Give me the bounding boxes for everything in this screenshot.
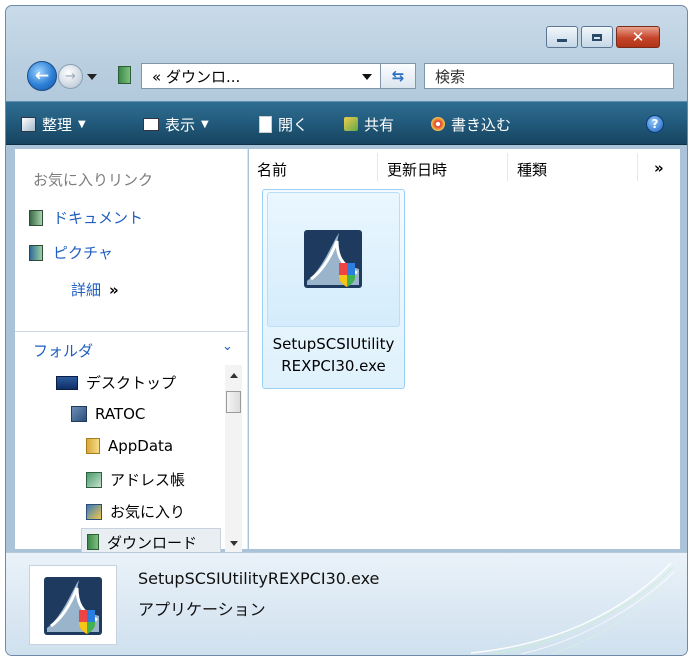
tree-item-label: ダウンロード <box>107 533 198 552</box>
minimize-icon <box>557 38 567 42</box>
share-icon <box>344 117 358 131</box>
documents-icon <box>29 209 43 226</box>
forward-button[interactable]: → <box>58 64 83 89</box>
forward-arrow-icon: → <box>65 69 76 84</box>
favorite-more-label: 詳細 <box>71 281 102 299</box>
column-divider <box>507 153 508 181</box>
chevron-down-icon: ⌄ <box>222 339 233 354</box>
chevron-down-icon: ▼ <box>201 118 209 130</box>
refresh-button[interactable]: ⇆ <box>381 63 416 89</box>
views-menu[interactable]: 表示 ▼ <box>143 113 209 135</box>
back-button[interactable]: ← <box>27 61 57 91</box>
share-label: 共有 <box>364 115 395 134</box>
open-button[interactable]: 開く <box>259 113 308 135</box>
tree-item-favorites[interactable]: お気に入り <box>86 501 185 522</box>
disc-burn-icon <box>431 117 445 131</box>
share-button[interactable]: 共有 <box>344 113 394 135</box>
installer-icon <box>304 230 362 288</box>
tree-item-appdata[interactable]: AppData <box>86 437 173 455</box>
command-bar: 整理 ▼ 表示 ▼ 開く 共有 書き込む ? <box>6 101 687 145</box>
folders-header[interactable]: フォルダ ⌄ <box>15 331 247 365</box>
favorite-links-title: お気に入りリンク <box>33 171 154 189</box>
column-divider <box>377 153 378 181</box>
file-item[interactable]: SetupSCSIUtility REXPCI30.exe <box>262 189 405 389</box>
column-header-type[interactable]: 種類 <box>517 159 547 180</box>
more-columns-icon[interactable]: » <box>654 159 664 177</box>
close-button[interactable]: ✕ <box>616 26 660 48</box>
contacts-icon <box>86 471 102 488</box>
document-icon <box>259 115 272 133</box>
views-label: 表示 <box>165 115 196 134</box>
favorite-item-pictures[interactable]: ピクチャ <box>29 242 113 263</box>
details-pane: SetupSCSIUtilityREXPCI30.exe アプリケーション <box>6 552 687 655</box>
minimize-button[interactable] <box>546 26 578 48</box>
downloads-icon <box>87 534 99 550</box>
maximize-icon <box>592 33 602 41</box>
favorites-icon <box>86 503 102 520</box>
tree-item-label: RATOC <box>95 405 146 423</box>
details-thumbnail <box>29 565 117 645</box>
refresh-icon: ⇆ <box>391 67 405 85</box>
views-icon <box>143 117 159 131</box>
folder-icon <box>86 438 100 454</box>
file-name: SetupSCSIUtility REXPCI30.exe <box>272 335 395 375</box>
address-bar[interactable]: « ダウンロ... <box>141 63 381 89</box>
installer-icon <box>44 577 102 635</box>
history-dropdown-button[interactable] <box>86 70 98 84</box>
organize-icon <box>21 116 36 132</box>
address-text: « ダウンロ... <box>152 67 241 86</box>
user-folder-icon <box>71 406 87 422</box>
help-icon: ? <box>651 117 659 131</box>
explorer-window: ✕ ← → « ダウンロ... ⇆ 検索 整理 ▼ 表示 ▼ 開く 共有 書き込… <box>5 5 688 656</box>
file-list-pane: 名前 更新日時 種類 » SetupSCSIUtility REXPCI30.e… <box>249 149 680 549</box>
details-filetype: アプリケーション <box>138 600 266 619</box>
navigation-pane: お気に入りリンク ドキュメント ピクチャ 詳細 » フォルダ ⌄ デスクトップ … <box>15 149 248 556</box>
tree-item-label: お気に入り <box>110 503 186 521</box>
scroll-thumb[interactable] <box>226 391 241 413</box>
file-thumbnail <box>267 192 400 327</box>
favorite-more-link[interactable]: 詳細 » <box>71 279 119 300</box>
decorative-swoosh <box>470 562 678 655</box>
burn-label: 書き込む <box>451 115 512 134</box>
column-headers: 名前 更新日時 種類 » <box>249 153 680 183</box>
column-divider <box>637 153 638 181</box>
search-input[interactable]: 検索 <box>424 63 674 89</box>
organize-label: 整理 <box>42 115 73 134</box>
folders-title: フォルダ <box>33 342 94 360</box>
back-arrow-icon: ← <box>34 65 50 86</box>
tree-item-label: デスクトップ <box>86 374 177 392</box>
double-chevron-icon: » <box>109 280 119 299</box>
help-button[interactable]: ? <box>646 115 664 133</box>
favorite-item-label: ピクチャ <box>53 244 113 262</box>
scroll-up-icon[interactable] <box>230 373 238 378</box>
organize-menu[interactable]: 整理 ▼ <box>21 113 86 135</box>
column-header-name[interactable]: 名前 <box>257 159 287 180</box>
burn-button[interactable]: 書き込む <box>431 113 511 135</box>
search-placeholder: 検索 <box>435 67 466 86</box>
chevron-down-icon: ▼ <box>78 118 86 130</box>
open-label: 開く <box>278 115 309 134</box>
chevron-down-icon <box>87 74 97 80</box>
tree-item-contacts[interactable]: アドレス帳 <box>86 469 185 490</box>
tree-item-ratoc[interactable]: RATOC <box>71 405 145 423</box>
favorite-item-documents[interactable]: ドキュメント <box>29 207 143 228</box>
tree-item-desktop[interactable]: デスクトップ <box>56 372 176 393</box>
tree-item-label: AppData <box>108 437 174 455</box>
tree-item-label: アドレス帳 <box>110 471 186 489</box>
folder-nav-icon <box>118 66 131 84</box>
address-dropdown-icon[interactable] <box>362 74 372 80</box>
pictures-icon <box>29 244 43 261</box>
favorite-item-label: ドキュメント <box>53 209 144 227</box>
details-filename: SetupSCSIUtilityREXPCI30.exe <box>138 569 380 588</box>
desktop-icon <box>56 375 78 390</box>
column-header-date[interactable]: 更新日時 <box>387 159 447 180</box>
maximize-button[interactable] <box>581 26 613 48</box>
scroll-down-icon[interactable] <box>230 541 238 546</box>
close-icon: ✕ <box>631 27 645 46</box>
folders-scrollbar[interactable] <box>225 365 242 555</box>
